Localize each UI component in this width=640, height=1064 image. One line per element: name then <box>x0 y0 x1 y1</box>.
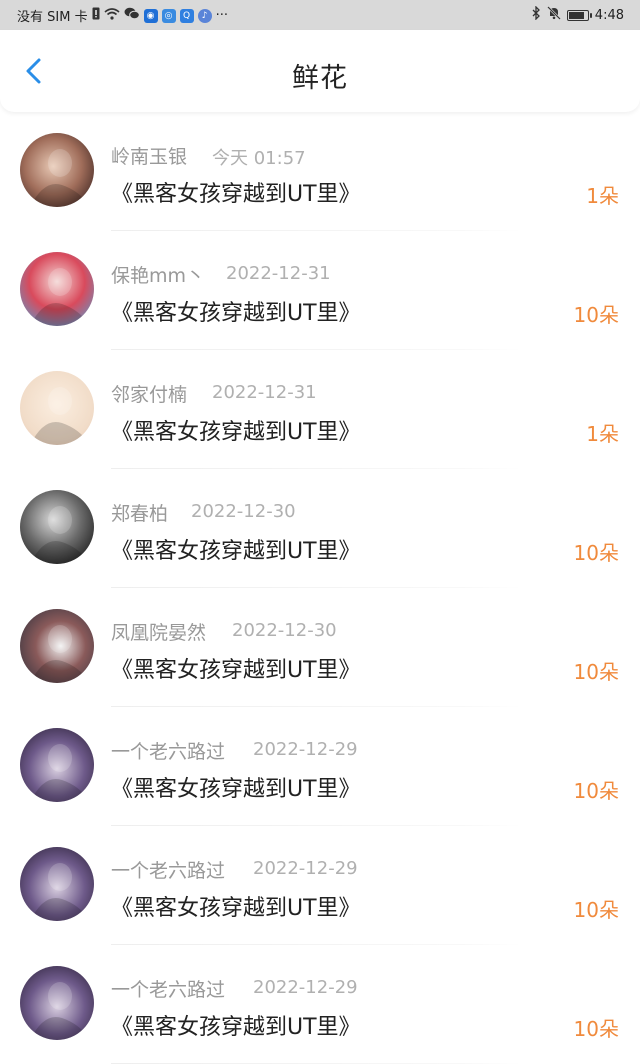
user-name: 一个老六路过 <box>111 979 226 1001</box>
status-bar: 没有 SIM 卡 ◉ ◎ Q ♪ ··· 4:48 <box>0 0 640 30</box>
avatar[interactable] <box>20 133 94 207</box>
avatar[interactable] <box>20 609 94 683</box>
flower-list: 岭南玉银 今天 01:57 《黑客女孩穿越到UT里》 1朵 保艳mm丶 2022-12-3… <box>0 112 640 1064</box>
avatar[interactable] <box>20 966 94 1040</box>
battery-fill <box>568 11 585 19</box>
book-title[interactable]: 《黑客女孩穿越到UT里》 <box>111 652 361 684</box>
list-item[interactable]: 岭南玉银 今天 01:57 《黑客女孩穿越到UT里》 1朵 <box>0 112 640 231</box>
post-date: 2022-12-31 <box>212 382 317 403</box>
book-title[interactable]: 《黑客女孩穿越到UT里》 <box>111 176 361 208</box>
status-left: 没有 SIM 卡 ◉ ◎ Q ♪ ··· <box>17 6 228 25</box>
avatar[interactable] <box>20 847 94 921</box>
user-name: 郑春柏 <box>111 503 169 525</box>
user-name: 一个老六路过 <box>111 860 226 882</box>
avatar[interactable] <box>20 371 94 445</box>
post-date: 2022-12-29 <box>253 739 358 760</box>
header: 鲜花 <box>0 30 640 112</box>
book-title[interactable]: 《黑客女孩穿越到UT里》 <box>111 771 361 803</box>
post-date: 2022-12-30 <box>232 620 337 641</box>
book-title[interactable]: 《黑客女孩穿越到UT里》 <box>111 414 361 446</box>
post-date: 今天 01:57 <box>212 148 306 169</box>
book-title[interactable]: 《黑客女孩穿越到UT里》 <box>111 1009 361 1041</box>
flower-count: 10朵 <box>573 898 619 922</box>
mute-bell-icon <box>546 6 561 24</box>
flower-count: 10朵 <box>573 303 619 327</box>
flower-count: 1朵 <box>586 184 619 208</box>
avatar[interactable] <box>20 252 94 326</box>
status-right: 4:48 <box>532 5 624 24</box>
list-item[interactable]: 凤凰院晏然 2022-12-30 《黑客女孩穿越到UT里》 10朵 <box>0 588 640 707</box>
page-title: 鲜花 <box>292 63 348 94</box>
list-item[interactable]: 郑春柏 2022-12-30 《黑客女孩穿越到UT里》 10朵 <box>0 469 640 588</box>
list-item[interactable]: 一个老六路过 2022-12-29 《黑客女孩穿越到UT里》 10朵 <box>0 707 640 826</box>
user-name: 保艳mm丶 <box>111 265 206 287</box>
book-title[interactable]: 《黑客女孩穿越到UT里》 <box>111 533 361 565</box>
list-item[interactable]: 一个老六路过 2022-12-29 《黑客女孩穿越到UT里》 10朵 <box>0 945 640 1064</box>
flower-count: 1朵 <box>586 422 619 446</box>
flower-count: 10朵 <box>573 779 619 803</box>
wifi-icon <box>104 7 120 24</box>
flower-count: 10朵 <box>573 541 619 565</box>
post-date: 2022-12-29 <box>253 858 358 879</box>
battery-icon <box>566 9 592 21</box>
book-title[interactable]: 《黑客女孩穿越到UT里》 <box>111 295 361 327</box>
more-notifications-icon: ··· <box>215 8 228 23</box>
wechat-icon <box>124 7 140 24</box>
avatar[interactable] <box>20 728 94 802</box>
flower-count: 10朵 <box>573 1017 619 1041</box>
search-app-icon: Q <box>179 8 194 23</box>
avatar[interactable] <box>20 490 94 564</box>
browser-icon: ◎ <box>161 8 176 23</box>
carrier-text: 没有 SIM 卡 <box>17 10 88 25</box>
list-item[interactable]: 一个老六路过 2022-12-29 《黑客女孩穿越到UT里》 10朵 <box>0 826 640 945</box>
list-item[interactable]: 保艳mm丶 2022-12-31 《黑客女孩穿越到UT里》 10朵 <box>0 231 640 350</box>
music-app-icon: ♪ <box>197 8 212 23</box>
flower-count: 10朵 <box>573 660 619 684</box>
user-name: 一个老六路过 <box>111 741 226 763</box>
bluetooth-icon <box>532 5 541 24</box>
sim-alert-icon <box>92 7 100 24</box>
list-item[interactable]: 邻家付楠 2022-12-31 《黑客女孩穿越到UT里》 1朵 <box>0 350 640 469</box>
book-title[interactable]: 《黑客女孩穿越到UT里》 <box>111 890 361 922</box>
clock-text: 4:48 <box>594 7 624 23</box>
post-date: 2022-12-30 <box>191 501 296 522</box>
user-name: 岭南玉银 <box>111 146 188 168</box>
app-badge-icon: ◉ <box>143 8 158 23</box>
user-name: 邻家付楠 <box>111 384 188 406</box>
user-name: 凤凰院晏然 <box>111 622 207 644</box>
post-date: 2022-12-29 <box>253 977 358 998</box>
post-date: 2022-12-31 <box>226 263 331 284</box>
